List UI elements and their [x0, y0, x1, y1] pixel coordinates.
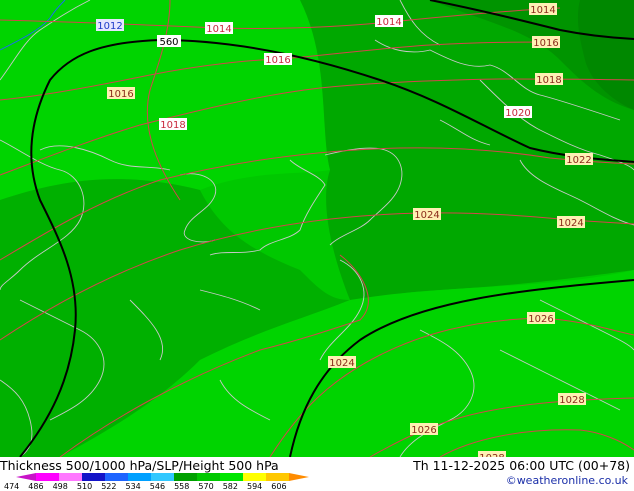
isobar-label: 1024 [414, 210, 439, 221]
color-scale-cell [243, 473, 266, 481]
color-scale-cell [266, 473, 289, 481]
isobar-label: 1028 [559, 395, 584, 406]
weather-map: 1012 1014 1014 1014 1016 1016 1016 1018 1018 1020… [0, 0, 634, 457]
color-scale-cell [174, 473, 197, 481]
height-label: 560 [159, 37, 178, 48]
isobar-label: 1018 [160, 120, 185, 131]
isobar-label: 1022 [566, 155, 591, 166]
isobar-label: 1026 [528, 314, 553, 325]
isobar-label: 1016 [533, 38, 558, 49]
map-canvas: 1012 1014 1014 1014 1016 1016 1016 1018 1018 1020… [0, 0, 634, 457]
thickness-band-light-north [0, 0, 330, 200]
color-scale-cell [289, 473, 309, 481]
isobar-label: 1012 [97, 21, 122, 32]
isobar-label: 1016 [265, 55, 290, 66]
color-scale-cell [197, 473, 220, 481]
isobar-label: 1020 [505, 108, 530, 119]
color-scale-cell [105, 473, 128, 481]
color-scale-cell [82, 473, 105, 481]
isobar-label: 1014 [376, 17, 401, 28]
isobar-label: 1024 [558, 218, 583, 229]
isobar-label: 1014 [530, 5, 555, 16]
footer: Thickness 500/1000 hPa/SLP/Height 500 hP… [0, 457, 634, 491]
color-scale [16, 473, 309, 481]
isobar-label: 1026 [411, 425, 436, 436]
map-title: Thickness 500/1000 hPa/SLP/Height 500 hP… [0, 458, 279, 473]
map-datetime: Th 11-12-2025 06:00 UTC (00+78) [413, 458, 630, 473]
color-scale-cell [128, 473, 151, 481]
isobar-label: 1018 [536, 75, 561, 86]
isobar-label: 1014 [206, 24, 231, 35]
color-scale-cell [220, 473, 243, 481]
color-scale-cell [151, 473, 174, 481]
isobar-label: 1024 [329, 358, 354, 369]
color-scale-cell [59, 473, 82, 481]
color-scale-cell [36, 473, 59, 481]
isobar-label: 1016 [108, 89, 133, 100]
credit-link[interactable]: ©weatheronline.co.uk [506, 474, 628, 487]
color-scale-cell [16, 473, 36, 481]
